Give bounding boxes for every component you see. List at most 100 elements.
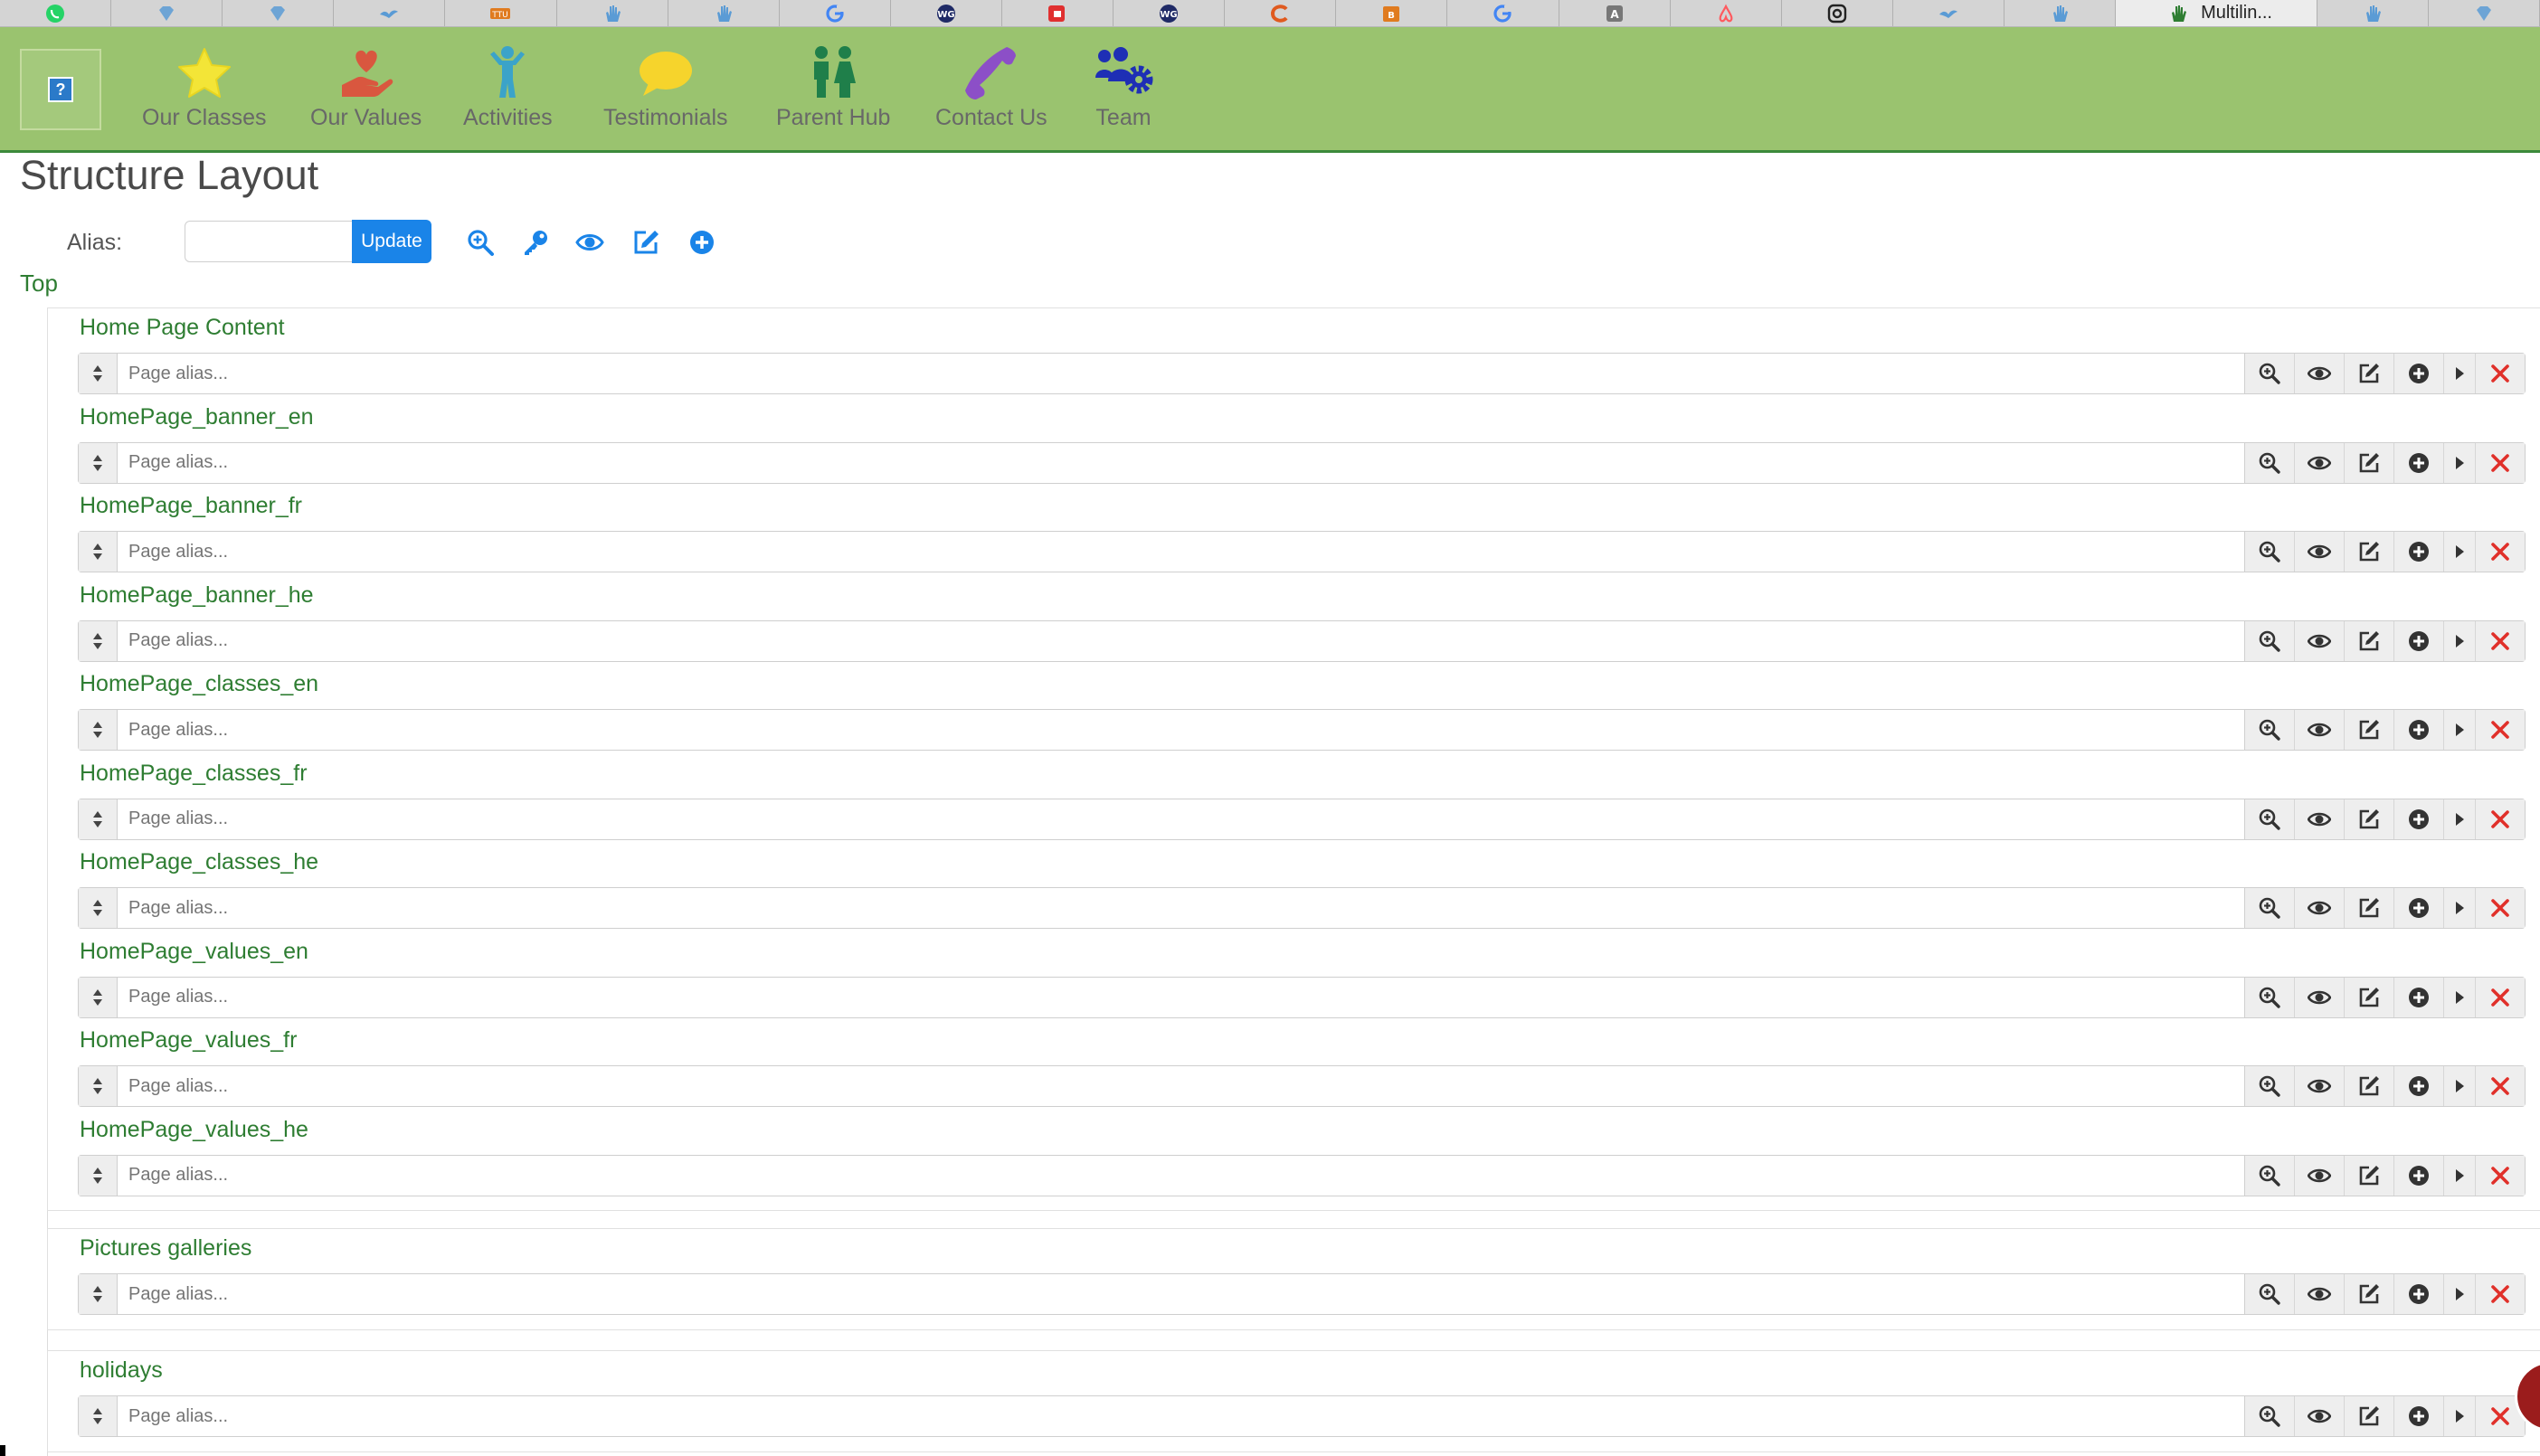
entry-title[interactable]: HomePage_values_he bbox=[80, 1117, 308, 1143]
preview-button[interactable] bbox=[2245, 710, 2295, 750]
alias-input[interactable] bbox=[185, 221, 353, 262]
sort-handle-icon[interactable] bbox=[79, 620, 118, 661]
delete-button[interactable] bbox=[2476, 532, 2525, 572]
key-icon[interactable] bbox=[521, 228, 550, 257]
view-button[interactable] bbox=[2295, 620, 2345, 661]
view-button[interactable] bbox=[2295, 354, 2345, 393]
browser-tab[interactable]: A bbox=[1559, 0, 1671, 26]
delete-button[interactable] bbox=[2476, 1156, 2525, 1196]
add-child-button[interactable] bbox=[2394, 977, 2444, 1017]
page-alias-input[interactable] bbox=[118, 977, 2244, 1017]
entry-title[interactable]: Pictures galleries bbox=[80, 1235, 251, 1262]
nav-contact-us[interactable]: Contact Us bbox=[935, 45, 1047, 131]
sort-handle-icon[interactable] bbox=[79, 1155, 118, 1196]
browser-tab[interactable] bbox=[223, 0, 335, 26]
entry-title[interactable]: HomePage_classes_en bbox=[80, 671, 318, 697]
browser-tab[interactable] bbox=[780, 0, 891, 26]
add-child-button[interactable] bbox=[2394, 1274, 2444, 1314]
preview-button[interactable] bbox=[2245, 532, 2295, 572]
expand-button[interactable] bbox=[2444, 799, 2476, 839]
add-circle-icon[interactable] bbox=[687, 228, 716, 257]
delete-button[interactable] bbox=[2476, 443, 2525, 483]
expand-button[interactable] bbox=[2444, 888, 2476, 928]
delete-button[interactable] bbox=[2476, 1274, 2525, 1314]
delete-button[interactable] bbox=[2476, 710, 2525, 750]
preview-button[interactable] bbox=[2245, 442, 2295, 483]
page-alias-input[interactable] bbox=[118, 1274, 2244, 1314]
browser-tab[interactable] bbox=[1671, 0, 1782, 26]
expand-button[interactable] bbox=[2444, 532, 2476, 572]
edit-button[interactable] bbox=[2345, 1155, 2394, 1196]
update-button[interactable]: Update bbox=[352, 220, 431, 263]
edit-button[interactable] bbox=[2345, 1396, 2394, 1436]
help-button[interactable]: ? bbox=[20, 49, 101, 130]
browser-tab-active[interactable]: Multilin... bbox=[2116, 0, 2317, 26]
sort-handle-icon[interactable] bbox=[79, 354, 118, 393]
page-alias-input[interactable] bbox=[118, 888, 2244, 928]
browser-tab[interactable] bbox=[2005, 0, 2117, 26]
add-child-button[interactable] bbox=[2394, 888, 2444, 928]
edit-button[interactable] bbox=[2345, 442, 2394, 483]
page-alias-input[interactable] bbox=[118, 442, 2244, 483]
top-link[interactable]: Top bbox=[20, 269, 58, 298]
page-alias-input[interactable] bbox=[118, 1155, 2244, 1196]
page-alias-input[interactable] bbox=[118, 1066, 2244, 1106]
delete-button[interactable] bbox=[2476, 978, 2525, 1017]
browser-tab[interactable]: B bbox=[1336, 0, 1448, 26]
nav-our-classes[interactable]: Our Classes bbox=[142, 45, 267, 131]
entry-title[interactable]: Home Page Content bbox=[80, 315, 285, 341]
page-alias-input[interactable] bbox=[118, 620, 2244, 661]
entry-title[interactable]: HomePage_banner_he bbox=[80, 582, 314, 609]
eye-icon[interactable] bbox=[575, 228, 604, 257]
view-button[interactable] bbox=[2295, 710, 2345, 750]
entry-title[interactable]: HomePage_values_fr bbox=[80, 1027, 297, 1054]
browser-tab[interactable] bbox=[111, 0, 223, 26]
add-child-button[interactable] bbox=[2394, 1155, 2444, 1196]
add-child-button[interactable] bbox=[2394, 442, 2444, 483]
expand-button[interactable] bbox=[2444, 977, 2476, 1017]
edit-button[interactable] bbox=[2345, 620, 2394, 661]
entry-title[interactable]: HomePage_values_en bbox=[80, 939, 308, 965]
sort-handle-icon[interactable] bbox=[79, 1066, 118, 1106]
edit-button[interactable] bbox=[2345, 977, 2394, 1017]
preview-button[interactable] bbox=[2245, 620, 2295, 661]
add-child-button[interactable] bbox=[2394, 620, 2444, 661]
edit-button[interactable] bbox=[2345, 888, 2394, 928]
edit-button[interactable] bbox=[2345, 710, 2394, 750]
view-button[interactable] bbox=[2295, 977, 2345, 1017]
add-child-button[interactable] bbox=[2394, 710, 2444, 750]
browser-tab[interactable] bbox=[2429, 0, 2540, 26]
preview-button[interactable] bbox=[2245, 977, 2295, 1017]
preview-button[interactable] bbox=[2245, 354, 2295, 393]
sort-handle-icon[interactable] bbox=[79, 799, 118, 839]
nav-testimonials[interactable]: Testimonials bbox=[603, 45, 728, 131]
add-child-button[interactable] bbox=[2394, 1066, 2444, 1106]
browser-tab[interactable] bbox=[334, 0, 446, 26]
add-child-button[interactable] bbox=[2394, 1396, 2444, 1436]
page-alias-input[interactable] bbox=[118, 799, 2244, 839]
sort-handle-icon[interactable] bbox=[79, 710, 118, 750]
browser-tab[interactable] bbox=[1447, 0, 1559, 26]
preview-button[interactable] bbox=[2245, 799, 2295, 839]
expand-button[interactable] bbox=[2444, 1155, 2476, 1196]
preview-button[interactable] bbox=[2245, 1066, 2295, 1106]
zoom-in-icon[interactable] bbox=[466, 228, 495, 257]
browser-tab[interactable] bbox=[2317, 0, 2429, 26]
nav-our-values[interactable]: Our Values bbox=[310, 45, 422, 131]
browser-tab[interactable] bbox=[1893, 0, 2005, 26]
browser-tab[interactable] bbox=[1225, 0, 1337, 26]
edit-button[interactable] bbox=[2345, 799, 2394, 839]
page-alias-input[interactable] bbox=[118, 1396, 2244, 1436]
entry-title[interactable]: HomePage_banner_fr bbox=[80, 493, 302, 519]
sort-handle-icon[interactable] bbox=[79, 977, 118, 1017]
browser-tab[interactable]: TTU bbox=[445, 0, 557, 26]
delete-button[interactable] bbox=[2476, 888, 2525, 928]
edit-button[interactable] bbox=[2345, 1274, 2394, 1314]
sort-handle-icon[interactable] bbox=[79, 532, 118, 572]
entry-title[interactable]: HomePage_classes_fr bbox=[80, 761, 308, 787]
expand-button[interactable] bbox=[2444, 1274, 2476, 1314]
browser-tab[interactable] bbox=[0, 0, 112, 26]
expand-button[interactable] bbox=[2444, 354, 2476, 393]
view-button[interactable] bbox=[2295, 1155, 2345, 1196]
page-alias-input[interactable] bbox=[118, 354, 2244, 393]
